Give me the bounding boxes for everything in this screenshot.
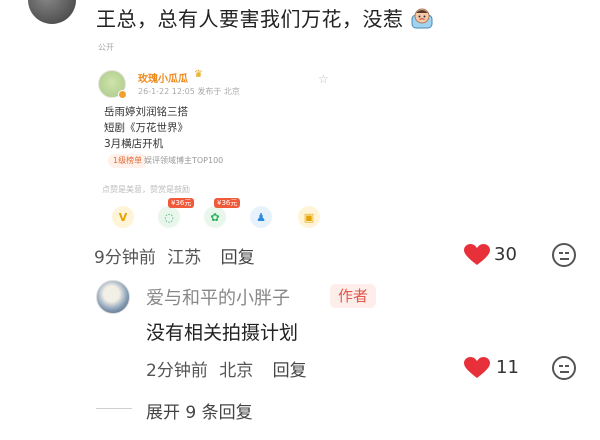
card-body-line: 3月横店开机: [104, 138, 164, 150]
comment2-reply-button[interactable]: 回复: [273, 361, 307, 381]
comment-text: 王总，总有人要害我们万花，没惹: [96, 6, 434, 32]
comment2-meta: 2分钟前 北京 回复: [146, 356, 307, 381]
dislike-icon[interactable]: [552, 243, 576, 267]
weibo-screenshot-card: 公开 玫瑰小瓜瓜 ♛ 26-1-22 12:05 发布于 北京 ☆ 岳雨婷刘润铭…: [90, 42, 344, 238]
avatar[interactable]: [96, 280, 130, 314]
author-badge: 作者: [330, 284, 377, 308]
card-rank: 娱评领域博主TOP100: [144, 156, 224, 165]
card-username: 玫瑰小瓜瓜: [138, 74, 188, 85]
v-pay-icon: V: [112, 206, 134, 228]
comment1-location: 江苏: [167, 248, 202, 268]
qq-icon: ♟: [250, 206, 272, 228]
comment1-reply-button[interactable]: 回复: [221, 248, 255, 268]
comment1-meta: 9分钟前 江苏 回复: [94, 243, 255, 268]
comment1-time: 9分钟前: [94, 248, 156, 268]
card-meta: 26-1-22 12:05 发布于 北京: [138, 87, 240, 96]
expand-replies-button[interactable]: 展开 9 条回复: [146, 398, 253, 423]
card-visibility: 公开: [98, 43, 114, 52]
comment2-username[interactable]: 爱与和平的小胖子: [146, 284, 290, 310]
card-level-tag: 1级榜单: [108, 154, 148, 168]
top-avatar[interactable]: [28, 0, 76, 24]
wechat-icon: ◌: [158, 206, 180, 228]
dislike-icon[interactable]: [552, 356, 576, 380]
save-icon: ▣: [298, 206, 320, 228]
heart-icon[interactable]: [464, 244, 490, 266]
comment2-text: 没有相关拍摄计划: [146, 322, 299, 344]
comment-text-content: 王总，总有人要害我们万花，没惹: [96, 7, 404, 31]
card-body-line: 岳雨婷刘润铭三搭: [104, 106, 188, 118]
comment2-like-count: 11: [496, 357, 519, 378]
star-icon: ☆: [318, 72, 329, 86]
expand-divider: [96, 408, 132, 409]
emoji-icon: [411, 8, 433, 29]
verified-badge-icon: [118, 90, 127, 99]
reward-row: V ◌ ¥36元 ✿ ¥36元 ♟ ▣: [108, 198, 338, 232]
comment2-time: 2分钟前: [146, 361, 208, 381]
card-hint: 点赞是美意，赞赏是鼓励: [102, 185, 190, 194]
heart-icon[interactable]: [464, 357, 490, 379]
card-body-line: 短剧《万花世界》: [104, 122, 188, 134]
comment1-like-count: 30: [494, 244, 517, 265]
moments-icon: ✿: [204, 206, 226, 228]
reward-price: ¥36元: [168, 198, 195, 208]
card-body: 岳雨婷刘润铭三搭 短剧《万花世界》 3月横店开机: [104, 104, 188, 152]
comment2-location: 北京: [219, 361, 254, 381]
reward-price: ¥36元: [214, 198, 241, 208]
crown-icon: ♛: [194, 69, 203, 80]
